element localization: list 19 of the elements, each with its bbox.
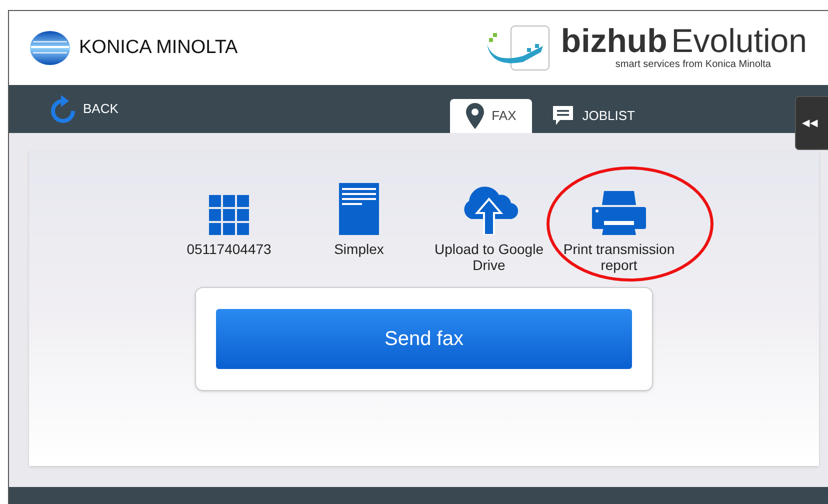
keypad-icon	[209, 195, 249, 235]
tagline: smart services from Konica Minolta	[615, 58, 771, 72]
product-suffix: Evolution	[671, 24, 807, 57]
brand-name: KONICA MINOLTA	[79, 36, 238, 60]
nav-tab[interactable]: FAX	[450, 99, 532, 133]
printer-icon	[592, 191, 646, 235]
nav-tab[interactable]: JOBLIST	[542, 99, 645, 133]
product-name: bizhub	[560, 24, 668, 57]
back-button[interactable]: BACK	[51, 85, 118, 133]
collapse-button[interactable]: ◀◀	[795, 96, 828, 150]
refresh-icon	[51, 95, 75, 123]
send-fax-button[interactable]: Send fax	[216, 309, 632, 369]
globe-logo-icon	[29, 30, 71, 66]
location-pin-icon	[466, 103, 484, 129]
option-button[interactable]: 05117404473	[169, 177, 289, 273]
chat-bubble-icon	[552, 105, 574, 127]
option-button[interactable]: Simplex	[299, 177, 419, 273]
document-icon	[339, 183, 379, 235]
option-button[interactable]: Upload to Google Drive	[429, 177, 549, 273]
